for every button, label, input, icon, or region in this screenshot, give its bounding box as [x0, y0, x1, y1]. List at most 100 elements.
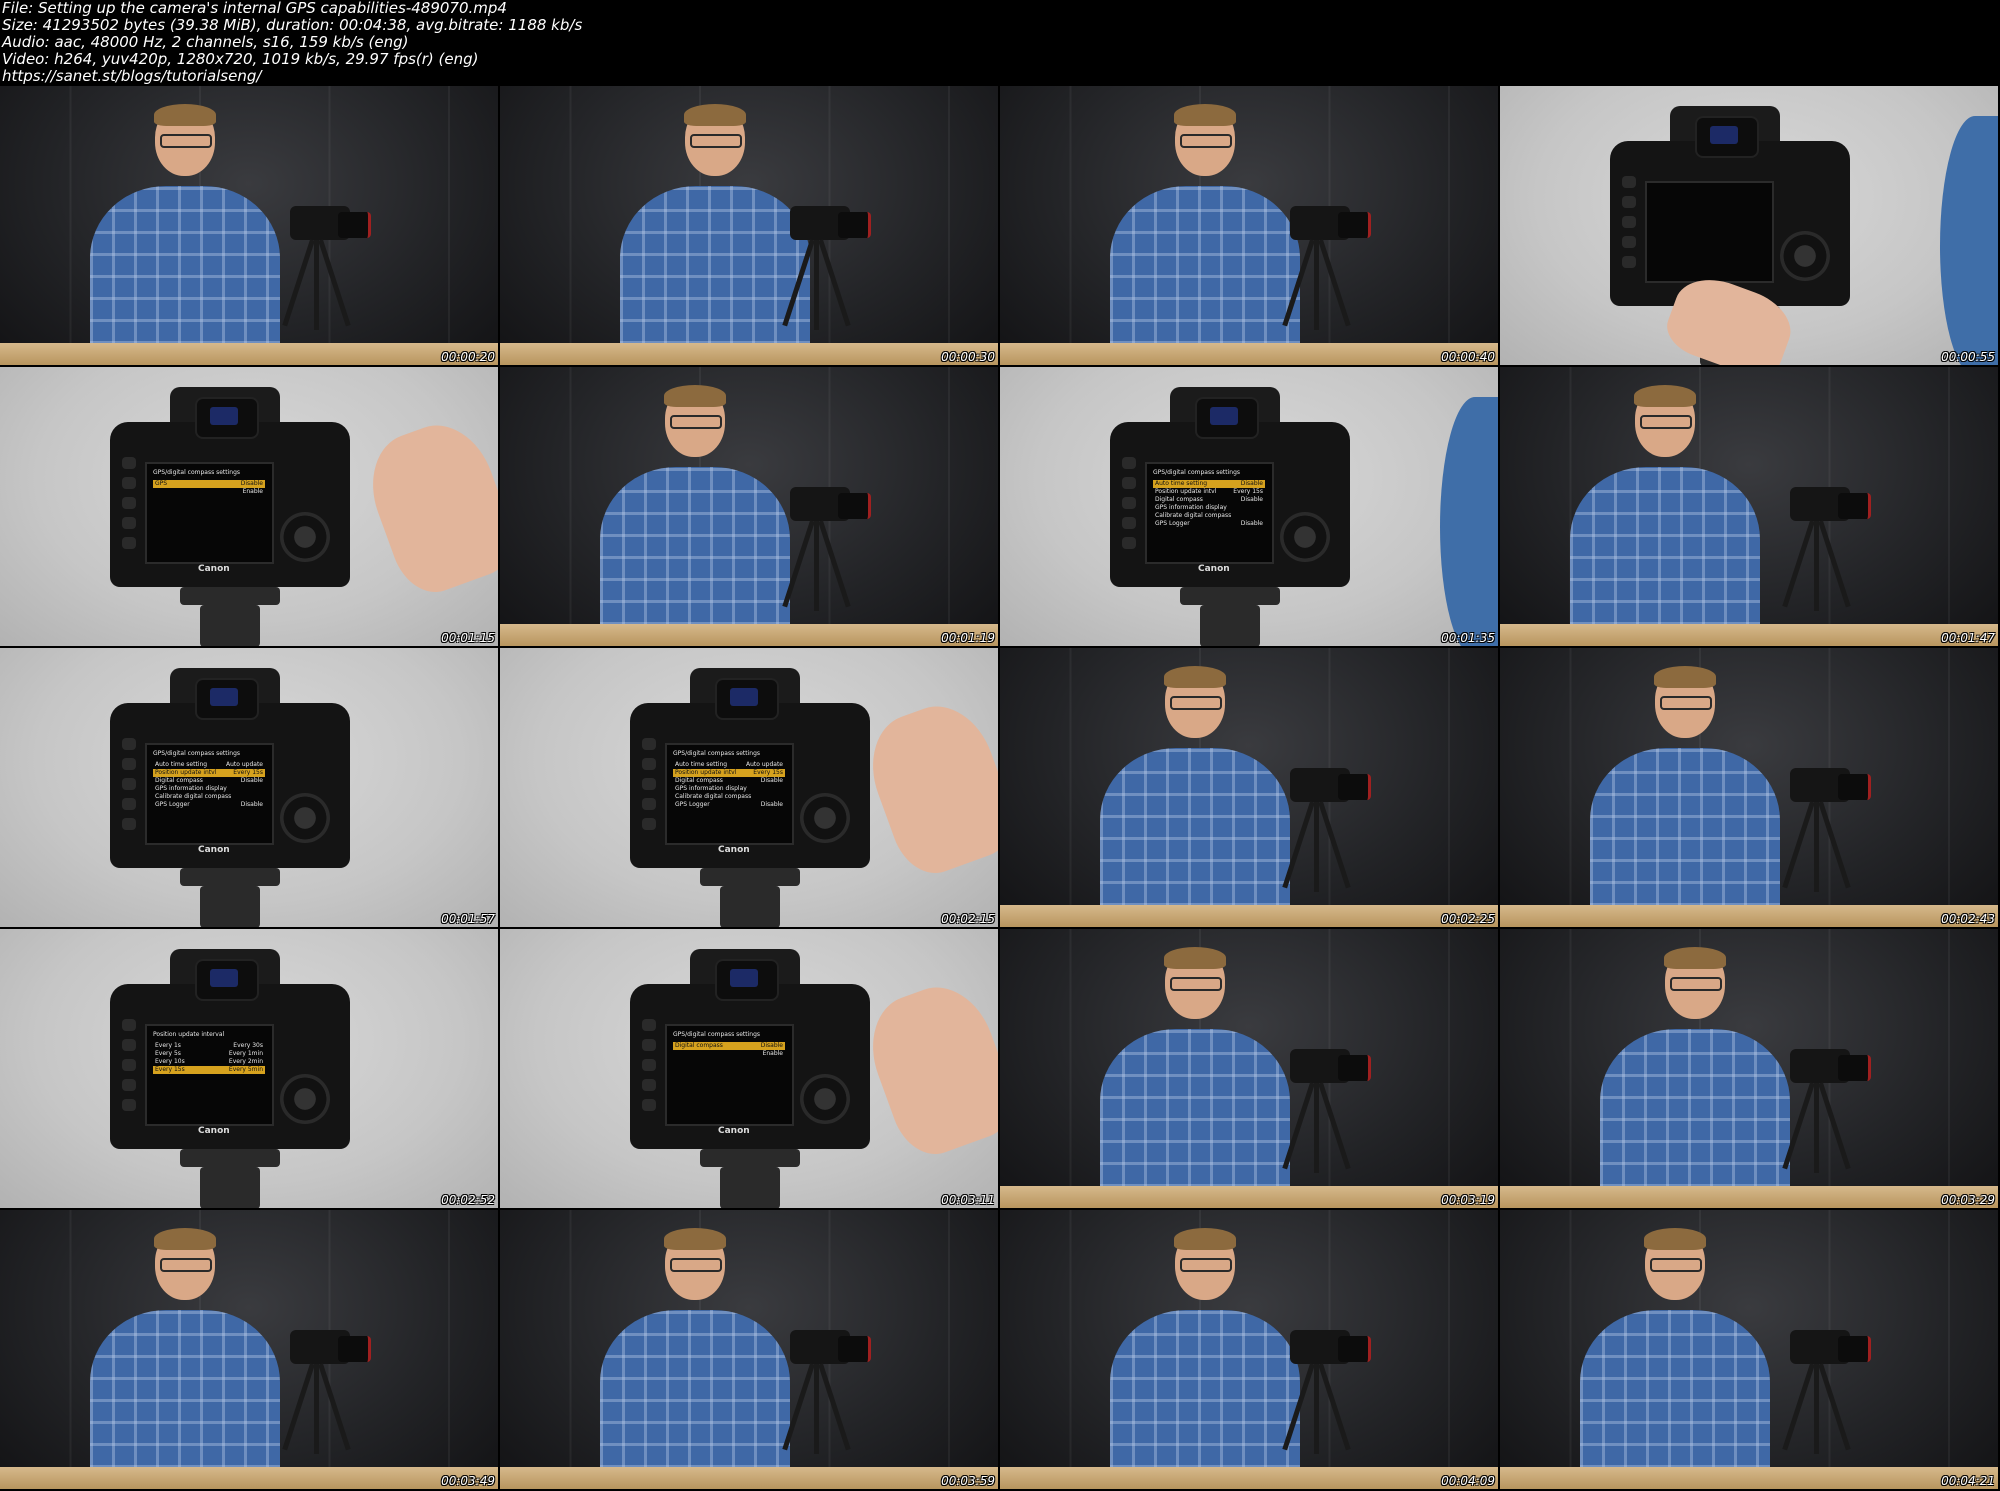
timestamp: 00:03:49: [441, 1474, 495, 1488]
presenter: [600, 1228, 800, 1489]
timestamp: 00:03:59: [941, 1474, 995, 1488]
side-button: [642, 738, 656, 750]
menu-row: Digital compass Disable: [153, 777, 265, 785]
menu-value: Disable: [760, 1042, 783, 1049]
glasses: [1180, 134, 1232, 148]
side-button: [642, 778, 656, 790]
side-button: [122, 1019, 136, 1031]
menu-row: GPS Logger Disable: [153, 801, 265, 809]
video-thumbnail[interactable]: Canon00:00:55: [1500, 86, 1998, 365]
camera-lens: [1338, 212, 1371, 238]
video-thumbnail[interactable]: 00:01:19: [500, 367, 998, 646]
video-thumbnail[interactable]: 00:02:25: [1000, 648, 1498, 927]
menu-title: GPS/digital compass settings: [153, 469, 241, 476]
control-dial: [1280, 512, 1330, 562]
menu-label: Digital compass: [675, 777, 723, 784]
video-info: Video: h264, yuv420p, 1280x720, 1019 kb/…: [2, 50, 479, 68]
shirt: [1590, 748, 1780, 927]
video-thumbnail[interactable]: 00:00:40: [1000, 86, 1498, 365]
desk: [1000, 1186, 1498, 1208]
menu-row: Auto time setting Auto update: [153, 761, 265, 769]
video-thumbnail[interactable]: 00:03:19: [1000, 929, 1498, 1208]
brand-logo: Canon: [198, 845, 230, 855]
presenter-hair: [1654, 666, 1716, 688]
video-thumbnail[interactable]: 00:00:20: [0, 86, 498, 365]
tripod-leg: [1814, 802, 1819, 892]
video-thumbnail[interactable]: 00:02:43: [1500, 648, 1998, 927]
menu-value: Auto update: [746, 761, 783, 768]
side-button: [1122, 517, 1136, 529]
desk: [0, 1467, 498, 1489]
video-thumbnail[interactable]: GPS/digital compass settings Digital comp…: [500, 929, 998, 1208]
menu-row: Calibrate digital compass: [153, 793, 265, 801]
menu-row: GPS Logger Disable: [1153, 520, 1265, 528]
menu-value: Every 30s: [233, 1042, 263, 1049]
presenter: [90, 1228, 290, 1489]
video-thumbnail[interactable]: 00:03:59: [500, 1210, 998, 1489]
tripod-leg: [318, 239, 351, 327]
tripod-leg: [1318, 801, 1351, 889]
viewfinder-glass: [730, 969, 758, 987]
presenter-hair: [664, 1228, 726, 1250]
camera-menu: GPS/digital compass settings Auto time se…: [153, 750, 265, 809]
video-thumbnail[interactable]: GPS/digital compass settings Auto time se…: [500, 648, 998, 927]
camera-lens: [838, 212, 871, 238]
lcd-screen: [1645, 181, 1774, 283]
menu-label: Every 10s: [155, 1058, 185, 1065]
menu-value: Every 2min: [228, 1058, 263, 1065]
file-info-header: File: Setting up the camera's internal G…: [0, 0, 2000, 86]
camera-menu: GPS/digital compass settings Digital comp…: [673, 1031, 785, 1058]
shirt: [1100, 1029, 1290, 1208]
camera-lens: [338, 1336, 371, 1362]
tripod-leg: [1318, 1363, 1351, 1451]
menu-value: Disable: [1240, 496, 1263, 503]
camera-lens: [838, 493, 871, 519]
desk: [500, 343, 998, 365]
tripod-head: [720, 1167, 780, 1208]
control-dial: [280, 1074, 330, 1124]
video-thumbnail[interactable]: 00:01:47: [1500, 367, 1998, 646]
menu-label: GPS information display: [1155, 504, 1227, 511]
tripod-camera: [282, 1330, 371, 1489]
shirt: [1100, 748, 1290, 927]
video-thumbnail[interactable]: Position update interval Every 1s Every 30…: [0, 929, 498, 1208]
menu-value: Enable: [242, 488, 263, 495]
menu-row: Position update intvl Every 15s: [673, 769, 785, 777]
side-button: [642, 798, 656, 810]
camera-lens: [1338, 1055, 1371, 1081]
video-thumbnail[interactable]: 00:04:21: [1500, 1210, 1998, 1489]
desk: [0, 343, 498, 365]
tripod-plate: [180, 1149, 280, 1167]
shirt: [620, 186, 810, 365]
lcd-screen: GPS/digital compass settings Auto time se…: [665, 743, 794, 845]
video-thumbnail[interactable]: GPS/digital compass settings Auto time se…: [1000, 367, 1498, 646]
side-button: [1122, 477, 1136, 489]
tripod-camera: [282, 206, 371, 365]
menu-row: Every 1s Every 30s: [153, 1042, 265, 1050]
presenter: [1110, 104, 1310, 365]
menu-value: Disable: [760, 801, 783, 808]
tripod-leg: [814, 240, 819, 330]
menu-title: GPS/digital compass settings: [1153, 469, 1241, 476]
video-thumbnail[interactable]: GPS/digital compass settings GPS Disable En…: [0, 367, 498, 646]
control-dial: [280, 512, 330, 562]
menu-row: GPS Disable: [153, 480, 265, 488]
presenter: [1100, 666, 1300, 927]
video-thumbnail[interactable]: GPS/digital compass settings Auto time se…: [0, 648, 498, 927]
camera-lens: [1338, 774, 1371, 800]
video-thumbnail[interactable]: 00:00:30: [500, 86, 998, 365]
side-button: [122, 517, 136, 529]
video-thumbnail[interactable]: 00:04:09: [1000, 1210, 1498, 1489]
tripod-head: [720, 886, 780, 927]
menu-row: Every 15s Every 5min: [153, 1066, 265, 1074]
menu-label: Calibrate digital compass: [675, 793, 752, 800]
menu-row: Digital compass Disable: [673, 1042, 785, 1050]
presenter: [1600, 947, 1800, 1208]
desk: [1000, 1467, 1498, 1489]
video-thumbnail[interactable]: 00:03:49: [0, 1210, 498, 1489]
shirt: [600, 1310, 790, 1489]
tripod-leg: [1318, 239, 1351, 327]
video-thumbnail[interactable]: 00:03:29: [1500, 929, 1998, 1208]
tripod-leg: [818, 239, 851, 327]
menu-value: Disable: [1240, 480, 1263, 487]
